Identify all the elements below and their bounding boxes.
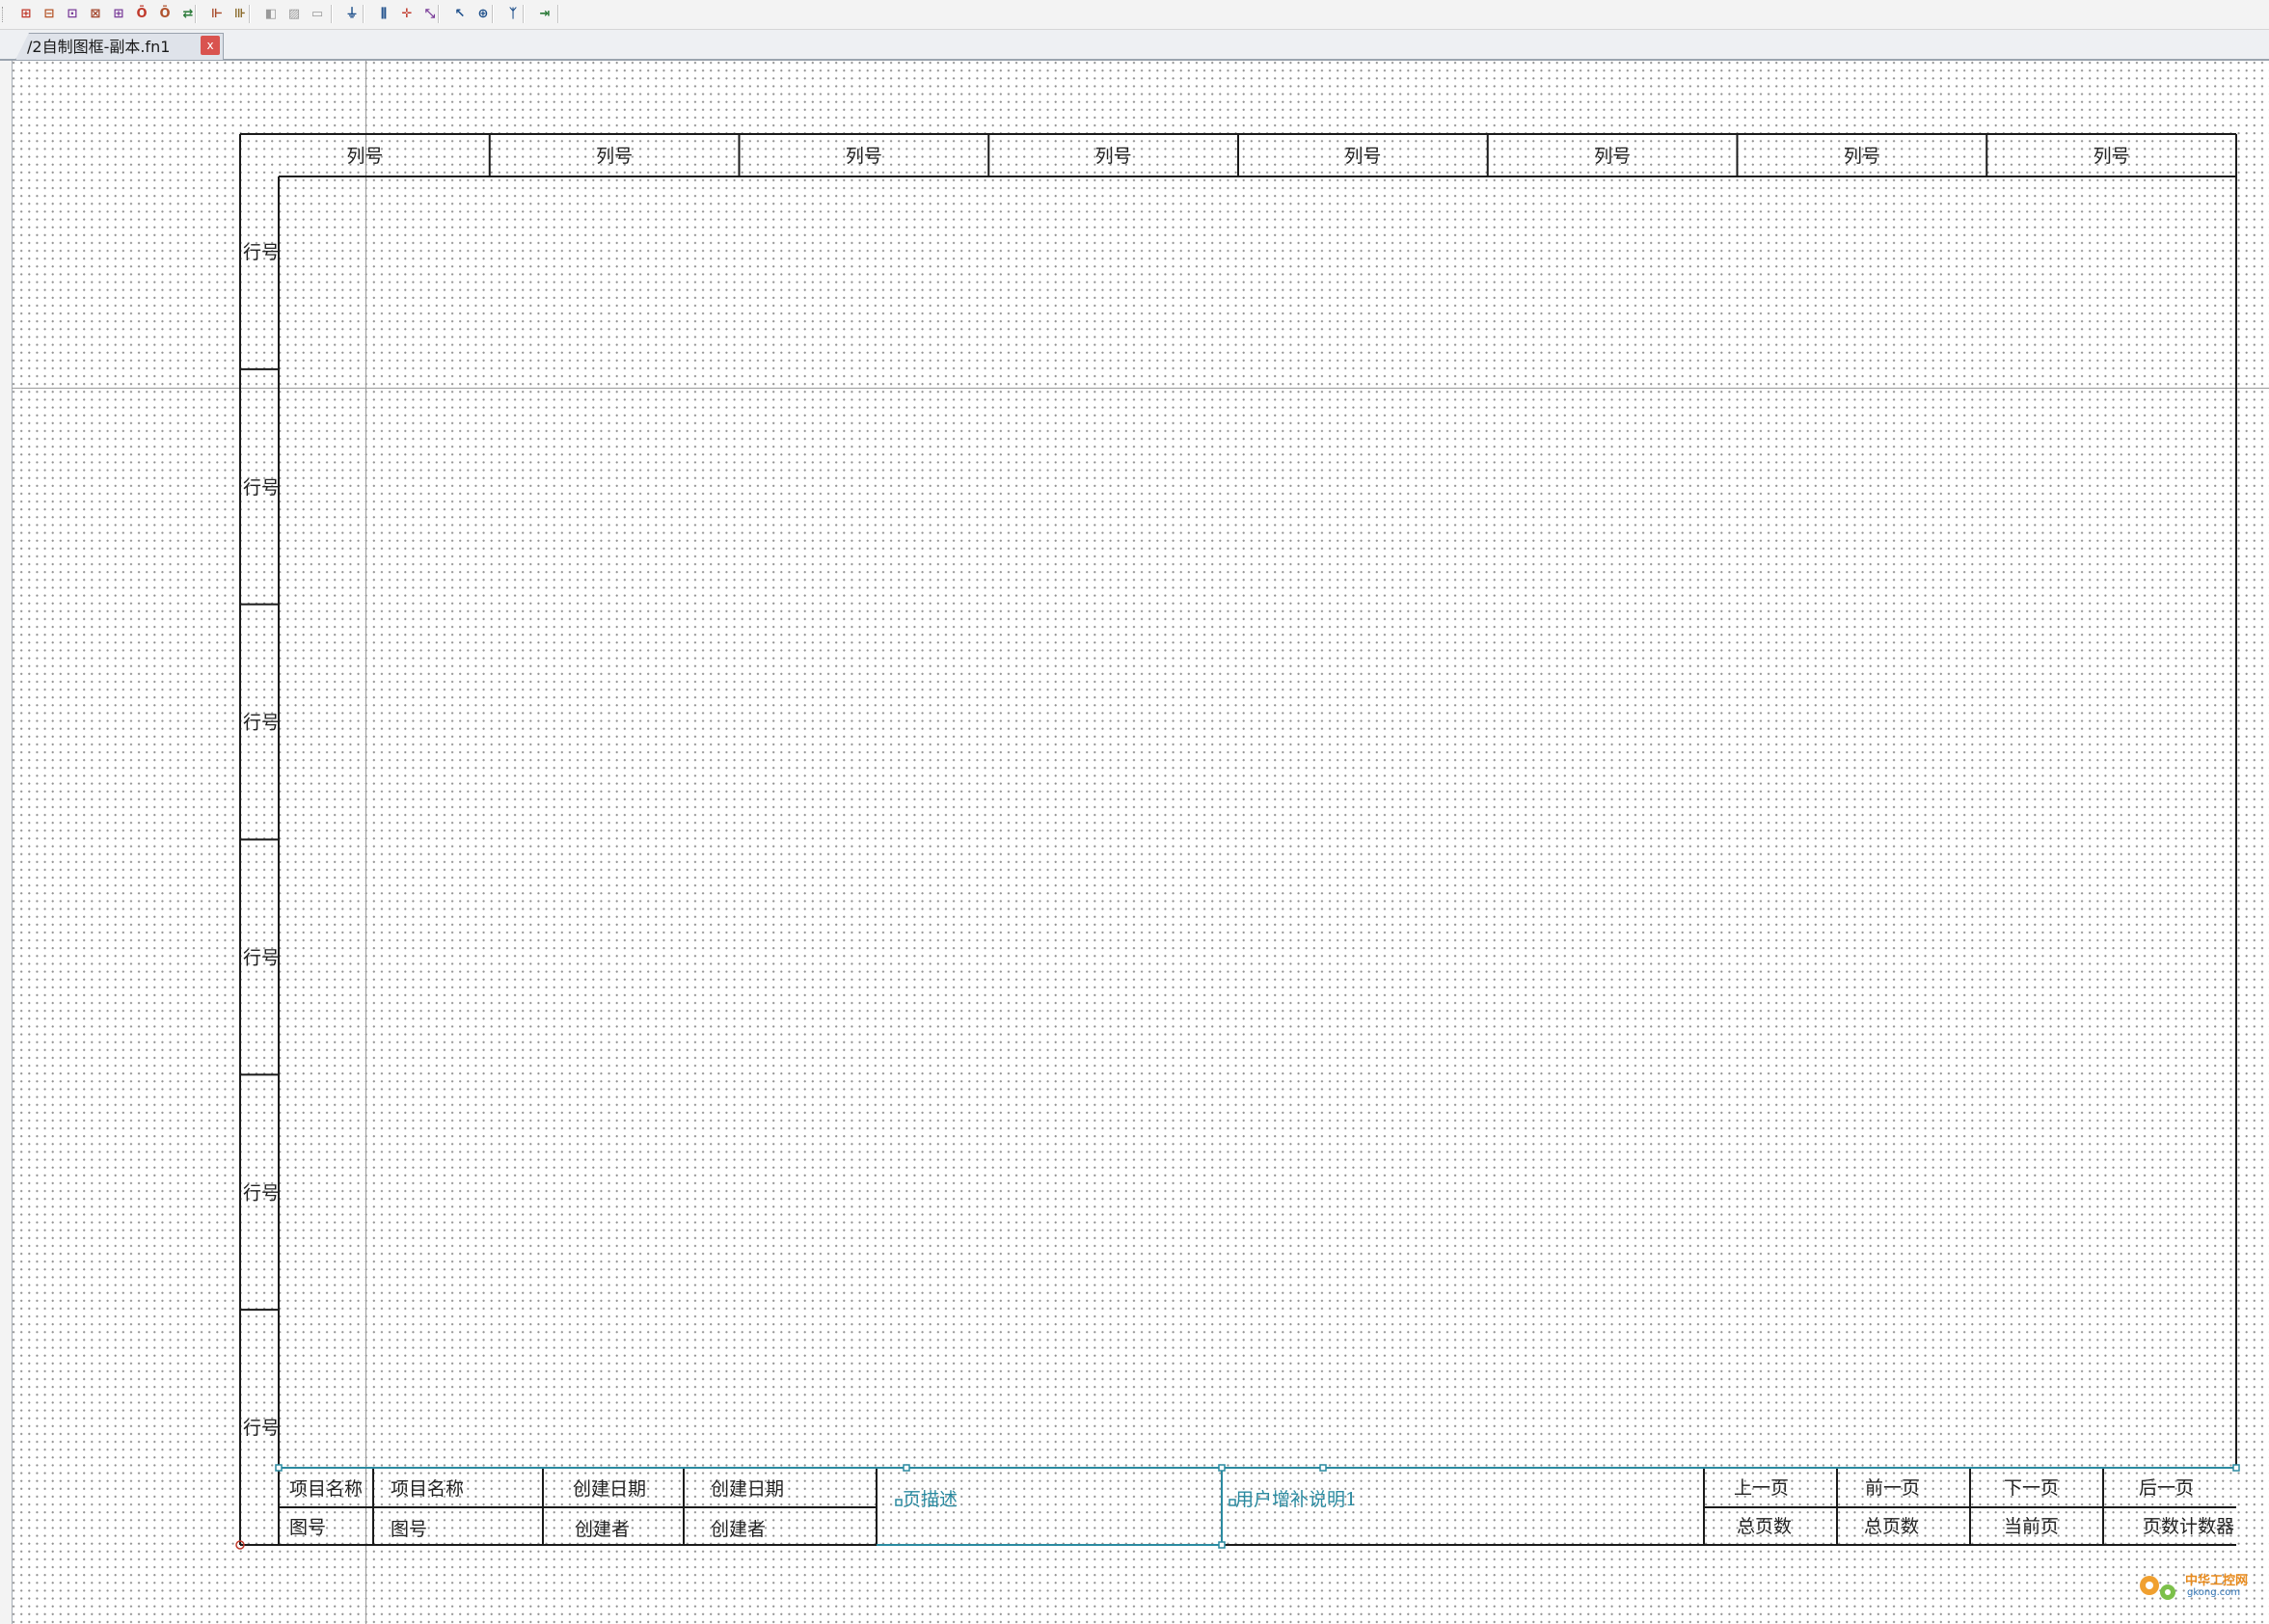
row-dividers: [240, 367, 279, 1312]
user-supplementary-note[interactable]: 用户增补说明1: [1235, 1489, 1357, 1510]
column-label: 列号: [2093, 146, 2130, 167]
watermark-subtext: gkong.com: [2187, 1587, 2241, 1598]
project-name-value: 项目名称: [391, 1478, 464, 1500]
total-pages-value: 总页数: [1864, 1516, 1919, 1537]
column-label: 列号: [596, 146, 633, 167]
row-label: 行号: [243, 1418, 280, 1439]
column-label: 列号: [1844, 146, 1880, 167]
column-label: 列号: [846, 146, 882, 167]
row-label: 行号: [243, 242, 280, 263]
drawing-no-value: 图号: [391, 1519, 427, 1540]
row-label: 行号: [243, 1182, 280, 1204]
column-label: 列号: [1095, 146, 1132, 167]
creator-value: 创建者: [711, 1519, 766, 1540]
frame-border: [239, 133, 2237, 1546]
prev-page-label: 上一页: [1734, 1477, 1789, 1499]
row-label: 行号: [243, 947, 280, 968]
drawing-no-label: 图号: [289, 1517, 326, 1538]
created-date-label: 创建日期: [573, 1478, 646, 1500]
watermark-text: 中华工控网: [2185, 1574, 2249, 1588]
created-date-value: 创建日期: [711, 1478, 784, 1500]
previous-page-label: 前一页: [1865, 1477, 1920, 1499]
next-page-label: 下一页: [2004, 1477, 2059, 1499]
creator-label: 创建者: [575, 1519, 630, 1540]
page-description[interactable]: 页描述: [903, 1489, 958, 1510]
column-label: 列号: [1594, 146, 1631, 167]
project-name-label: 项目名称: [289, 1478, 363, 1500]
column-dividers: [488, 134, 1988, 176]
row-label: 行号: [243, 713, 280, 734]
current-page-label: 当前页: [2004, 1516, 2059, 1537]
total-pages-label: 总页数: [1737, 1516, 1792, 1537]
page-counter: 页数计数器: [2143, 1516, 2234, 1537]
row-label: 行号: [243, 477, 280, 499]
column-label: 列号: [1344, 146, 1381, 167]
following-page-label: 后一页: [2139, 1477, 2194, 1499]
drawing-frame[interactable]: 列号 列号 列号 列号 列号 列号 列号 列号 行号行号行号行号行号行号 项目名称 项目名称 …: [0, 0, 2269, 1624]
title-block-text: 项目名称 项目名称 创建日期 创建日期 图号 图号 创建者 创建者 页描述 用户…: [289, 1477, 2234, 1540]
column-label: 列号: [346, 146, 383, 167]
